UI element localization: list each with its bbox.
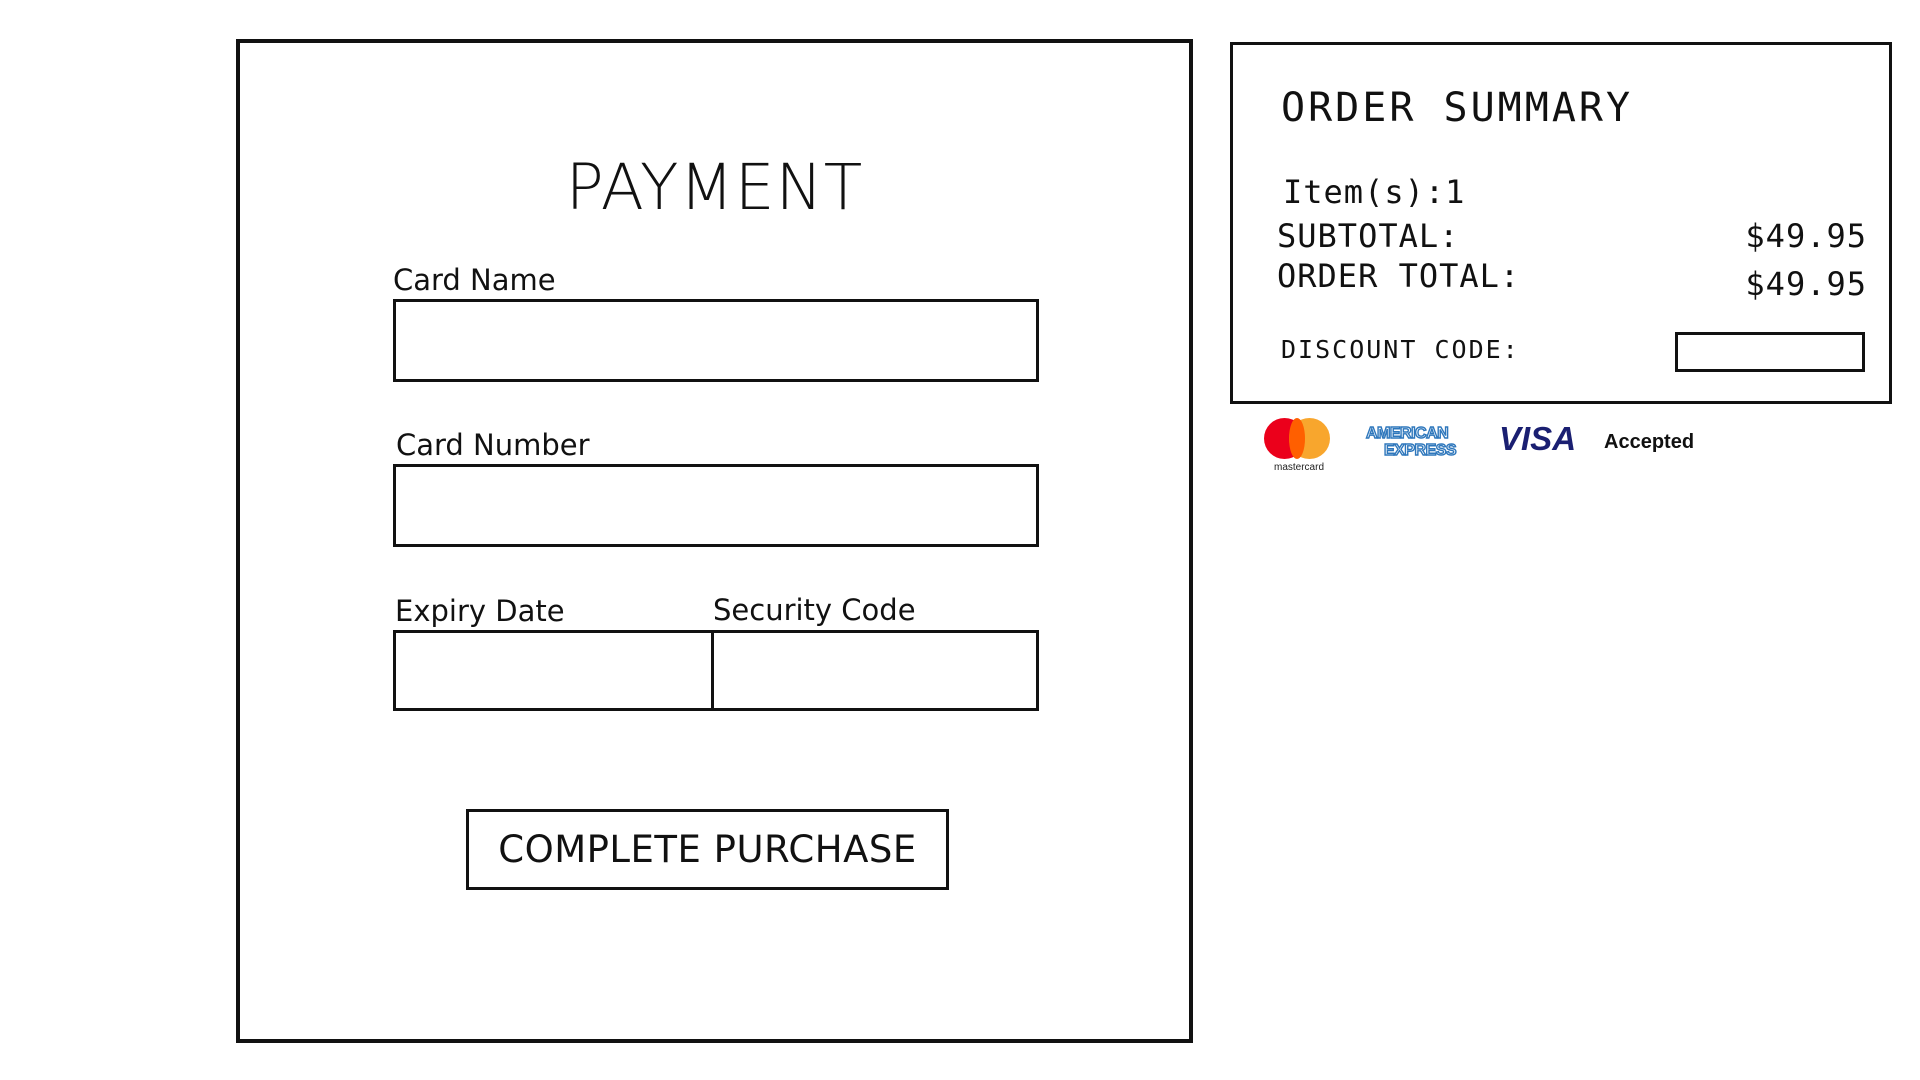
order-summary-title: ORDER SUMMARY (1281, 85, 1634, 131)
card-number-field-box[interactable] (393, 464, 1039, 547)
order-total-row: ORDER TOTAL: $49.95 (1277, 257, 1867, 303)
american-express-icon: AMERICAN EXPRESS (1365, 424, 1464, 465)
security-code-field[interactable] (714, 633, 1036, 708)
discount-code-input[interactable] (1678, 335, 1862, 369)
accepted-label: Accepted (1604, 431, 1695, 453)
card-name-field-box[interactable] (393, 299, 1039, 382)
amex-wordmark-line1: AMERICAN (1365, 424, 1449, 443)
order-total-label: ORDER TOTAL: (1277, 257, 1521, 295)
amex-wordmark-line2: EXPRESS (1383, 441, 1457, 460)
card-number-input[interactable] (396, 467, 1036, 544)
card-number-label: Card Number (396, 428, 590, 462)
subtotal-label: SUBTOTAL: (1277, 217, 1460, 255)
order-summary-panel: ORDER SUMMARY Item(s):1 SUBTOTAL: $49.95… (1230, 42, 1892, 404)
subtotal-row: SUBTOTAL: $49.95 (1277, 217, 1867, 255)
card-name-label: Card Name (393, 263, 556, 297)
mastercard-wordmark: mastercard (1273, 462, 1324, 473)
items-count: Item(s):1 (1283, 173, 1466, 211)
payment-panel: PAYMENT Card Name Card Number Expiry Dat… (236, 39, 1193, 1043)
security-code-label: Security Code (713, 593, 916, 627)
expiry-security-field-group (393, 630, 1039, 711)
mastercard-overlap (1289, 418, 1305, 459)
visa-icon: VISA (1499, 420, 1577, 457)
accepted-cards-row: mastercard AMERICAN EXPRESS VISA Accepte… (1262, 415, 1722, 475)
discount-code-label: DISCOUNT CODE: (1281, 335, 1520, 364)
subtotal-value: $49.95 (1745, 217, 1867, 255)
expiry-date-field[interactable] (396, 633, 714, 708)
order-total-value: $49.95 (1745, 265, 1867, 303)
card-name-input[interactable] (396, 302, 1036, 379)
payment-title: PAYMENT (565, 151, 864, 224)
complete-purchase-button[interactable]: COMPLETE PURCHASE (466, 809, 949, 890)
expiry-date-label: Expiry Date (395, 594, 565, 628)
mastercard-icon: mastercard (1264, 418, 1334, 474)
security-code-input[interactable] (714, 633, 1036, 708)
expiry-date-input[interactable] (396, 633, 711, 708)
discount-code-field-box[interactable] (1675, 332, 1865, 372)
